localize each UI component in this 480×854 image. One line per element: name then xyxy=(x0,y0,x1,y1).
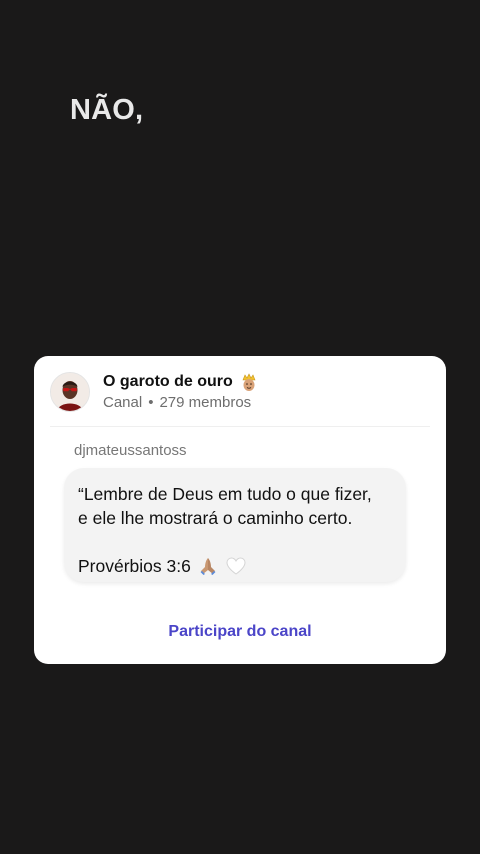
praying-hands-icon xyxy=(197,555,219,577)
channel-name: O garoto de ouro xyxy=(103,373,233,390)
channel-header[interactable]: O garoto de ouro Canal • 279 membros xyxy=(50,370,430,416)
channel-avatar[interactable] xyxy=(50,372,90,412)
channel-share-card[interactable]: O garoto de ouro Canal • 279 membros djmat… xyxy=(34,356,446,664)
join-channel-button[interactable]: Participar do canal xyxy=(34,623,446,641)
separator-dot: • xyxy=(148,394,154,411)
channel-title: O garoto de ouro xyxy=(103,372,259,392)
channel-type: Canal xyxy=(103,394,143,411)
message-line-1: “Lembre de Deus em tudo o que fizer, xyxy=(78,484,372,504)
crown-face-icon xyxy=(239,372,259,392)
message-author: djmateussantoss xyxy=(74,442,187,459)
message-reference-line: Provérbios 3:6 xyxy=(78,554,392,578)
channel-subtitle: Canal • 279 membros xyxy=(103,394,251,411)
white-heart-icon xyxy=(225,555,247,577)
message-line-2: e ele lhe mostrará o caminho certo. xyxy=(78,508,353,528)
message-bubble: “Lembre de Deus em tudo o que fizer, e e… xyxy=(64,468,406,582)
channel-members: 279 membros xyxy=(159,394,252,411)
message-reference: Provérbios 3:6 xyxy=(78,556,191,576)
story-text: NÃO, xyxy=(70,94,144,126)
card-divider xyxy=(50,426,430,427)
